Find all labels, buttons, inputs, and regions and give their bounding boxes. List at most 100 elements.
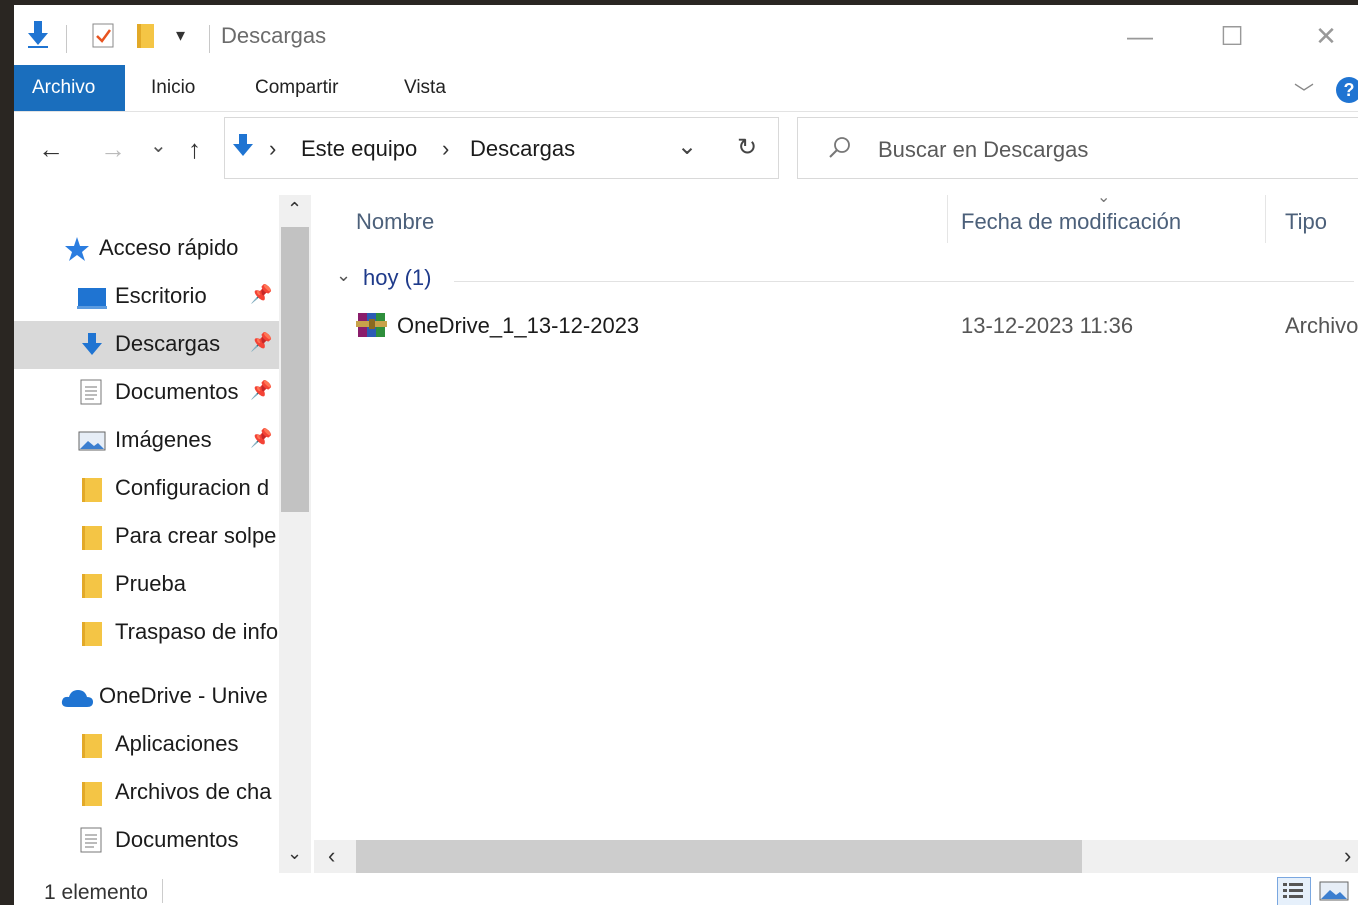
breadcrumb-descargas[interactable]: Descargas: [470, 136, 575, 162]
help-icon[interactable]: ?: [1336, 77, 1358, 103]
sidebar-item-para-crear[interactable]: Para crear solpe: [14, 513, 279, 561]
download-arrow-icon: [80, 331, 104, 364]
details-view-icon[interactable]: [1277, 877, 1311, 905]
table-row[interactable]: OneDrive_1_13-12-2023 13-12-2023 11:36 A…: [314, 303, 1358, 347]
scroll-right-icon[interactable]: ›: [1344, 843, 1351, 869]
sidebar-item-label: OneDrive - Unive: [99, 683, 268, 708]
sidebar-item-acceso-rapido[interactable]: Acceso rápido: [14, 225, 279, 273]
image-icon: [78, 431, 106, 456]
sidebar-item-configuracion[interactable]: Configuracion d: [14, 465, 279, 513]
star-icon: [64, 236, 90, 267]
column-header-tipo[interactable]: Tipo: [1285, 209, 1327, 235]
sidebar-item-escritorio[interactable]: Escritorio 📌: [14, 273, 279, 321]
folder-icon: [82, 478, 102, 502]
up-button[interactable]: ↑: [188, 134, 201, 165]
sidebar-item-label: Imágenes: [115, 427, 212, 452]
folder-icon: [82, 782, 102, 806]
breadcrumb-separator: ›: [442, 136, 450, 161]
group-divider: [454, 281, 1354, 282]
minimize-button[interactable]: —: [1110, 13, 1170, 59]
toolbar-separator: [66, 25, 67, 53]
close-button[interactable]: ✕: [1296, 13, 1356, 59]
sidebar-item-label: Documentos: [115, 827, 239, 852]
scroll-up-icon[interactable]: ⌃: [287, 199, 302, 220]
sidebar-item-onedrive[interactable]: OneDrive - Unive: [14, 673, 279, 721]
file-modified: 13-12-2023 11:36: [961, 313, 1134, 338]
sidebar-item-archivos-de-chat[interactable]: Archivos de cha: [14, 769, 279, 817]
navigation-pane: Acceso rápido Escritorio 📌 Descargas 📌 D…: [14, 195, 279, 873]
address-bar[interactable]: › Este equipo › Descargas ⌄: [224, 117, 718, 179]
search-icon: [828, 136, 852, 165]
sidebar-item-documentos[interactable]: Documentos 📌: [14, 369, 279, 417]
status-separator: [162, 879, 163, 903]
sidebar-item-label: Prueba: [115, 571, 186, 596]
sidebar-item-label: Documentos: [115, 379, 239, 404]
large-icons-view-icon[interactable]: [1319, 879, 1349, 905]
download-arrow-icon[interactable]: [26, 19, 50, 54]
window-title: Descargas: [221, 23, 327, 48]
column-divider[interactable]: [1265, 195, 1266, 243]
search-input[interactable]: Buscar en Descargas: [878, 137, 1088, 163]
column-header-fecha[interactable]: Fecha de modificación: [961, 209, 1181, 235]
breadcrumb-separator: ›: [269, 136, 277, 161]
tab-inicio[interactable]: Inicio: [133, 65, 213, 111]
breadcrumb-este-equipo[interactable]: Este equipo: [301, 136, 417, 162]
ribbon-tabs: Archivo Inicio Compartir Vista ﹀ ?: [14, 65, 1358, 112]
sidebar-item-label: Para crear solpe: [115, 523, 277, 548]
title-bar: ▾ Descargas — ☐ ✕: [14, 5, 1358, 65]
tab-archivo[interactable]: Archivo: [14, 65, 125, 111]
folder-icon: [82, 622, 102, 646]
horizontal-scroll-thumb[interactable]: [356, 840, 1082, 873]
tab-vista[interactable]: Vista: [386, 65, 464, 111]
recent-locations-chevron-icon[interactable]: ⌄: [150, 133, 167, 158]
sort-indicator-icon: ⌄: [1097, 189, 1111, 206]
explorer-window: ▾ Descargas — ☐ ✕ Archivo Inicio Compart…: [14, 5, 1358, 905]
group-chevron-icon[interactable]: ⌄: [336, 265, 351, 286]
sidebar-item-documentos-onedrive[interactable]: Documentos: [14, 817, 279, 865]
sidebar-item-label: Acceso rápido: [99, 235, 239, 260]
sidebar-item-aplicaciones[interactable]: Aplicaciones: [14, 721, 279, 769]
pin-icon[interactable]: 📌: [250, 284, 272, 305]
sidebar-item-descargas[interactable]: Descargas 📌: [14, 321, 279, 369]
address-dropdown-icon[interactable]: ⌄: [677, 132, 697, 161]
properties-check-icon[interactable]: [92, 23, 116, 54]
forward-button[interactable]: →: [100, 134, 126, 165]
pin-icon[interactable]: 📌: [250, 428, 272, 449]
status-bar: 1 elemento: [14, 875, 1358, 905]
maximize-button[interactable]: ☐: [1202, 13, 1262, 59]
back-button[interactable]: ←: [38, 134, 64, 165]
sidebar-item-imagenes[interactable]: Imágenes 📌: [14, 417, 279, 465]
desktop-icon: [77, 287, 107, 314]
sidebar-item-prueba[interactable]: Prueba: [14, 561, 279, 609]
sidebar-item-label: Archivos de cha: [115, 779, 272, 804]
pin-icon[interactable]: 📌: [250, 380, 272, 401]
sidebar-item-label: Configuracion d: [115, 475, 270, 500]
quick-access-dropdown-icon[interactable]: ▾: [176, 25, 185, 46]
ribbon-collapse-icon[interactable]: ﹀: [1294, 77, 1314, 106]
search-box[interactable]: Buscar en Descargas: [797, 117, 1358, 179]
folder-icon: [82, 574, 102, 598]
sidebar-item-label: Escritorio: [115, 283, 207, 308]
document-icon: [80, 827, 102, 858]
winrar-archive-icon: [356, 311, 388, 344]
cloud-icon: [60, 687, 94, 714]
scroll-left-icon[interactable]: ‹: [328, 843, 335, 869]
pin-icon[interactable]: 📌: [250, 332, 272, 353]
sidebar-scroll-thumb[interactable]: [281, 227, 309, 512]
column-header-nombre[interactable]: Nombre: [356, 209, 434, 235]
tab-compartir[interactable]: Compartir: [237, 65, 356, 111]
scroll-down-icon[interactable]: ⌄: [287, 843, 302, 864]
sidebar-item-label: Traspaso de info: [115, 619, 279, 644]
new-folder-icon[interactable]: [136, 23, 156, 54]
refresh-button[interactable]: ↻: [716, 117, 779, 179]
folder-icon: [82, 734, 102, 758]
title-separator: [209, 25, 210, 53]
file-list: ⌄ Nombre Fecha de modificación Tipo ⌄ ho…: [314, 189, 1358, 840]
group-label: hoy (1): [363, 265, 432, 290]
document-icon: [80, 379, 102, 410]
column-divider[interactable]: [947, 195, 948, 243]
sidebar-item-traspaso[interactable]: Traspaso de info: [14, 609, 279, 657]
sidebar-item-label: Aplicaciones: [115, 731, 239, 756]
file-name: OneDrive_1_13-12-2023: [397, 313, 640, 338]
item-count: 1 elemento: [44, 881, 148, 904]
